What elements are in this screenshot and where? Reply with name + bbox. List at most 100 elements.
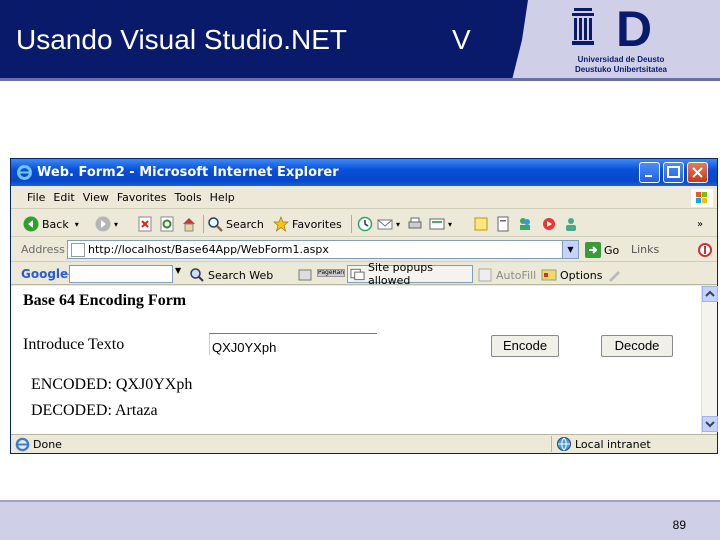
edit-button[interactable]: ▾ bbox=[429, 214, 452, 234]
status-bar: Done Local intranet bbox=[11, 434, 717, 453]
book-icon bbox=[497, 216, 509, 232]
refresh-button[interactable] bbox=[159, 214, 178, 234]
mail-icon bbox=[377, 219, 393, 230]
minimize-icon bbox=[645, 175, 652, 177]
menu-help[interactable]: Help bbox=[206, 187, 239, 204]
close-icon bbox=[692, 167, 703, 178]
research-button[interactable] bbox=[495, 214, 514, 234]
media-button[interactable] bbox=[541, 214, 560, 234]
ie-icon bbox=[17, 165, 32, 180]
google-input-dropdown[interactable]: ▼ bbox=[175, 266, 181, 275]
star-icon bbox=[273, 216, 289, 232]
page-number: 89 bbox=[672, 518, 686, 532]
go-button[interactable]: Go bbox=[585, 242, 619, 258]
menu-file[interactable]: File bbox=[23, 187, 49, 204]
decode-button[interactable]: Decode bbox=[601, 335, 673, 357]
menu-view[interactable]: View bbox=[79, 187, 113, 204]
search-button[interactable]: Search bbox=[207, 214, 264, 234]
maximize-button[interactable] bbox=[663, 162, 684, 183]
section-letter: V bbox=[452, 24, 471, 55]
note-icon bbox=[474, 217, 488, 231]
people-button[interactable] bbox=[563, 214, 582, 234]
chevron-right-icon: » bbox=[697, 218, 704, 230]
page-icon bbox=[71, 242, 85, 257]
autofill-icon bbox=[478, 268, 492, 282]
address-label: Address bbox=[21, 243, 65, 256]
chevron-down-icon: ▾ bbox=[114, 219, 119, 229]
chevron-down-icon: ▾ bbox=[448, 219, 453, 229]
links-extra-icon[interactable] bbox=[697, 242, 713, 258]
address-bar: Address http://localhost/Base64App/WebFo… bbox=[11, 238, 717, 262]
encoded-result: ENCODED: QXJ0YXph bbox=[31, 376, 193, 393]
chevron-down-icon: ▼ bbox=[567, 245, 574, 254]
toolbar-overflow-chevron[interactable]: » bbox=[697, 214, 703, 234]
google-toolbar: Google▾ ▼ Search Web PageRank Site popup… bbox=[11, 261, 717, 287]
popup-icon bbox=[350, 268, 365, 281]
vertical-scrollbar[interactable] bbox=[701, 286, 718, 434]
home-button[interactable] bbox=[181, 214, 200, 234]
menu-bar: File Edit View Favorites Tools Help bbox=[11, 187, 717, 209]
input-label: Introduce Texto bbox=[23, 336, 125, 353]
search-web-button[interactable]: Search Web bbox=[189, 267, 273, 283]
options-button[interactable]: Options bbox=[541, 267, 625, 283]
history-button[interactable] bbox=[357, 214, 376, 234]
discuss-button[interactable] bbox=[473, 214, 492, 234]
page-content: Base 64 Encoding Form Introduce Texto En… bbox=[11, 286, 701, 434]
scroll-down-button[interactable] bbox=[702, 416, 718, 432]
stop-icon bbox=[138, 216, 152, 232]
slide-footer: 89 bbox=[0, 500, 720, 540]
menu-tools[interactable]: Tools bbox=[171, 187, 206, 204]
google-search-input[interactable] bbox=[69, 265, 173, 283]
form-title: Base 64 Encoding Form bbox=[23, 292, 187, 309]
search-icon bbox=[208, 217, 223, 232]
mail-button[interactable]: ▾ bbox=[377, 214, 400, 234]
forward-button[interactable]: ▾ bbox=[95, 214, 118, 234]
toolbar-separator bbox=[203, 215, 204, 233]
minimize-button[interactable] bbox=[639, 162, 660, 183]
menu-favorites[interactable]: Favorites bbox=[113, 187, 171, 204]
forward-arrow-icon bbox=[95, 216, 111, 232]
ie-window: Web. Form2 - Microsoft Internet Explorer… bbox=[10, 158, 718, 454]
messenger-button[interactable] bbox=[517, 214, 536, 234]
chevron-down-icon: ▾ bbox=[74, 219, 79, 229]
puzzle-icon bbox=[298, 269, 312, 281]
pagerank-button[interactable]: PageRank bbox=[317, 269, 345, 277]
header-divider bbox=[0, 78, 720, 81]
scroll-up-button[interactable] bbox=[702, 286, 718, 302]
close-button[interactable] bbox=[687, 162, 708, 183]
media-icon bbox=[543, 218, 555, 230]
print-button[interactable] bbox=[407, 214, 426, 234]
favorites-button[interactable]: Favorites bbox=[273, 214, 342, 234]
edit-icon bbox=[429, 218, 445, 230]
google-logo[interactable]: Google▾ bbox=[21, 267, 72, 281]
address-input[interactable]: http://localhost/Base64App/WebForm1.aspx… bbox=[67, 240, 579, 259]
history-icon bbox=[357, 216, 373, 232]
text-input[interactable] bbox=[209, 333, 377, 355]
news-button[interactable] bbox=[297, 267, 316, 283]
encode-button[interactable]: Encode bbox=[491, 335, 559, 357]
chevron-down-icon: ▾ bbox=[396, 219, 401, 229]
messenger-icon bbox=[520, 218, 530, 230]
popup-blocker-button[interactable]: Site popups allowed bbox=[347, 261, 473, 287]
go-arrow-icon bbox=[585, 242, 601, 258]
address-dropdown-button[interactable]: ▼ bbox=[562, 241, 578, 258]
address-url: http://localhost/Base64App/WebForm1.aspx bbox=[88, 243, 329, 256]
menu-edit[interactable]: Edit bbox=[49, 187, 78, 204]
links-button[interactable]: Links bbox=[631, 243, 659, 256]
status-text: Done bbox=[33, 438, 62, 451]
pencil-icon bbox=[609, 271, 621, 282]
chevron-up-icon bbox=[705, 290, 715, 297]
autofill-button[interactable]: AutoFill bbox=[477, 267, 536, 283]
page-done-icon bbox=[15, 437, 30, 452]
options-icon bbox=[541, 269, 557, 281]
window-titlebar[interactable]: Web. Form2 - Microsoft Internet Explorer bbox=[11, 159, 717, 186]
refresh-icon bbox=[160, 216, 174, 232]
standard-toolbar: Back ▾ ▾ Search Favorites ▾ ▾ » bbox=[11, 210, 717, 237]
back-button[interactable]: Back ▾ bbox=[23, 214, 79, 234]
toolbar-separator bbox=[351, 215, 352, 233]
maximize-icon bbox=[667, 166, 680, 178]
logo-line-1: Universidad de Deusto bbox=[577, 55, 665, 64]
printer-icon bbox=[408, 217, 422, 229]
stop-button[interactable] bbox=[137, 214, 156, 234]
windows-logo-icon bbox=[691, 189, 713, 207]
